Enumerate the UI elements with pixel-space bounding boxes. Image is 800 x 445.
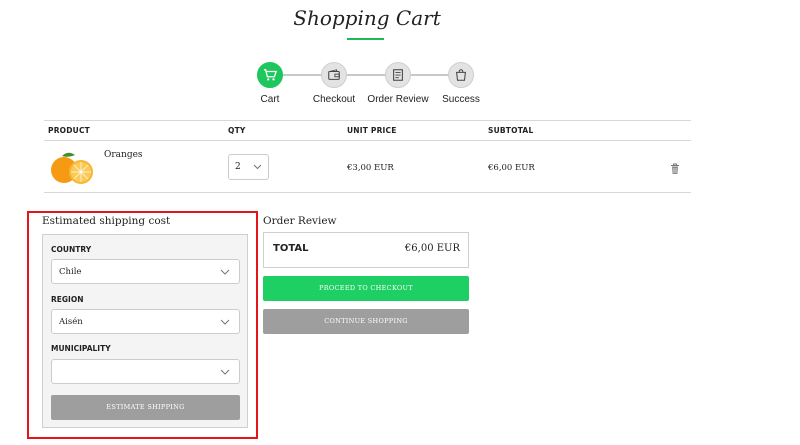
header-product: PRODUCT <box>48 126 90 135</box>
checkout-steps: Cart Checkout Order Review Success <box>0 60 800 110</box>
title-underline <box>347 38 384 40</box>
header-qty: QTY <box>228 126 246 135</box>
quantity-select[interactable]: 2 <box>228 154 269 180</box>
wallet-icon <box>321 62 347 88</box>
proceed-to-checkout-button[interactable]: PROCEED TO CHECKOUT <box>263 276 469 301</box>
header-unit-price: UNIT PRICE <box>347 126 397 135</box>
cart-table: PRODUCT QTY UNIT PRICE SUBTOTAL Oranges … <box>44 120 691 193</box>
step-label: Success <box>442 94 480 105</box>
total-value: €6,00 EUR <box>404 243 460 254</box>
table-header: PRODUCT QTY UNIT PRICE SUBTOTAL <box>44 120 691 141</box>
quantity-value: 2 <box>235 162 241 172</box>
cart-icon <box>257 62 283 88</box>
unit-price: €3,00 EUR <box>347 163 394 173</box>
product-name[interactable]: Oranges <box>104 150 143 160</box>
shopping-bag-icon <box>448 62 474 88</box>
subtotal: €6,00 EUR <box>488 163 535 173</box>
header-subtotal: SUBTOTAL <box>488 126 534 135</box>
trash-icon[interactable] <box>670 160 680 179</box>
total-label: TOTAL <box>273 243 309 254</box>
step-success[interactable]: Success <box>421 60 501 105</box>
receipt-icon <box>385 62 411 88</box>
order-review-title: Order Review <box>263 215 337 227</box>
orange-image <box>48 148 98 186</box>
highlight-box <box>27 211 258 439</box>
order-total-box: TOTAL €6,00 EUR <box>263 232 469 268</box>
page-title: Shopping Cart <box>293 6 441 30</box>
table-row: Oranges 2 €3,00 EUR €6,00 EUR <box>44 141 691 193</box>
continue-shopping-button[interactable]: CONTINUE SHOPPING <box>263 309 469 334</box>
chevron-down-icon <box>253 163 262 173</box>
